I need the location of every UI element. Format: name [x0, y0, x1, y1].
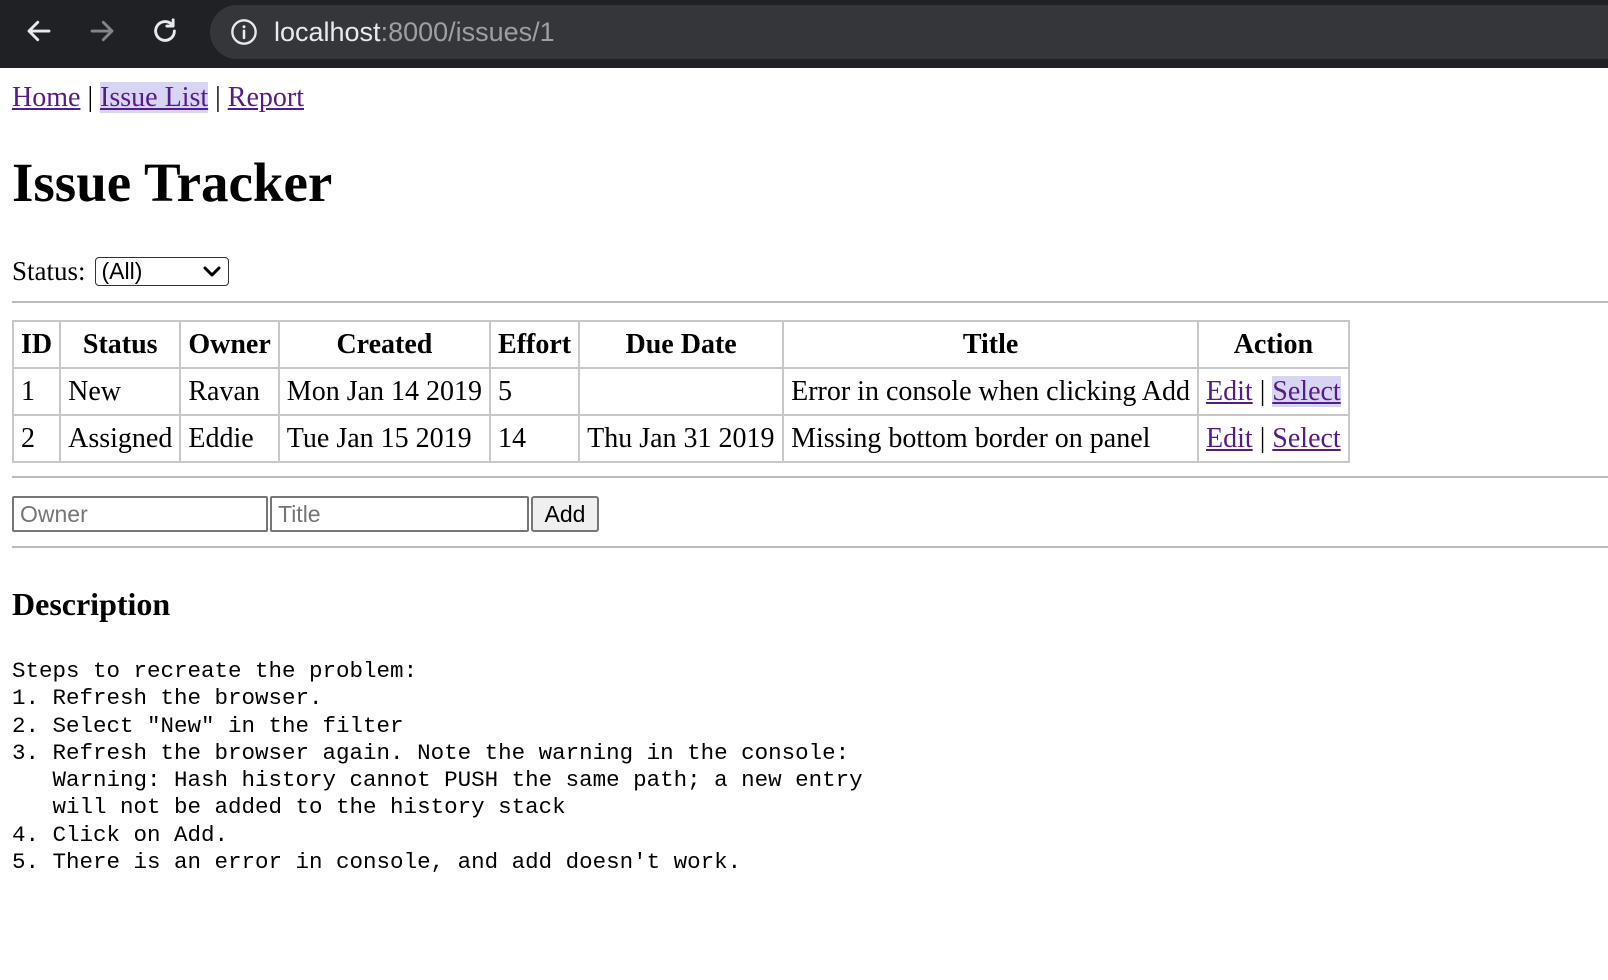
- edit-link[interactable]: Edit: [1206, 376, 1253, 407]
- cell-status: Assigned: [59, 414, 182, 463]
- select-link[interactable]: Select: [1272, 423, 1340, 454]
- cell-effort: 5: [489, 367, 581, 416]
- status-filter: Status: (All): [12, 256, 229, 287]
- cell-created: Mon Jan 14 2019: [277, 367, 492, 416]
- column-header: Effort: [489, 320, 581, 369]
- column-header: Owner: [179, 320, 280, 369]
- url-text[interactable]: localhost:8000/issues/1: [274, 17, 555, 48]
- cell-action: Edit | Select: [1197, 414, 1350, 463]
- status-select[interactable]: (All): [94, 257, 229, 286]
- description-text: Steps to recreate the problem: 1. Refres…: [12, 658, 863, 876]
- cell-action: Edit | Select: [1197, 367, 1350, 416]
- cell-due-date: Thu Jan 31 2019: [578, 414, 785, 463]
- cell-due-date: [578, 367, 785, 416]
- info-icon[interactable]: [230, 18, 258, 46]
- cell-created: Tue Jan 15 2019: [277, 414, 492, 463]
- table-row: 2 Assigned Eddie Tue Jan 15 2019 14 Thu …: [11, 414, 1350, 463]
- column-header: Created: [277, 320, 492, 369]
- back-icon[interactable]: [22, 14, 56, 48]
- divider: [12, 476, 1608, 478]
- owner-input[interactable]: Owner: [12, 496, 268, 532]
- status-filter-label: Status:: [12, 256, 86, 286]
- edit-link[interactable]: Edit: [1206, 423, 1253, 454]
- divider: [12, 546, 1608, 548]
- action-separator: |: [1259, 422, 1266, 454]
- status-select-value: (All): [101, 258, 143, 284]
- cell-id: 1: [11, 367, 62, 416]
- cell-status: New: [59, 367, 182, 416]
- add-issue-form: Owner Title Add: [12, 496, 599, 532]
- url-host: localhost: [274, 16, 381, 47]
- action-separator: |: [1259, 375, 1266, 407]
- cell-id: 2: [11, 414, 62, 463]
- column-header: Status: [59, 320, 182, 369]
- forward-icon[interactable]: [85, 14, 119, 48]
- table-row: 1 New Ravan Mon Jan 14 2019 5 Error in c…: [11, 367, 1350, 416]
- url-path: :8000/issues/1: [380, 16, 555, 47]
- column-header: Due Date: [578, 320, 785, 369]
- select-link[interactable]: Select: [1272, 375, 1341, 407]
- nav-separator: |: [215, 82, 221, 113]
- page-content: Home | Issue List | Report Issue Tracker…: [0, 68, 1608, 980]
- address-bar[interactable]: localhost:8000/issues/1: [210, 5, 1608, 59]
- table-header-row: ID Status Owner Created Effort Due Date …: [11, 320, 1350, 369]
- column-header: Title: [782, 320, 1200, 369]
- cell-title: Error in console when clicking Add: [782, 367, 1200, 416]
- reload-icon[interactable]: [148, 14, 182, 48]
- nav-report-link[interactable]: Report: [228, 82, 304, 113]
- add-button[interactable]: Add: [531, 496, 599, 532]
- column-header: ID: [11, 320, 62, 369]
- top-nav: Home | Issue List | Report: [12, 82, 304, 114]
- nav-home-link[interactable]: Home: [12, 82, 80, 113]
- cell-owner: Eddie: [179, 414, 280, 463]
- cell-owner: Ravan: [179, 367, 280, 416]
- chevron-down-icon: [203, 266, 221, 276]
- cell-title: Missing bottom border on panel: [782, 414, 1200, 463]
- nav-issue-list-link[interactable]: Issue List: [100, 82, 209, 113]
- divider: [12, 301, 1608, 303]
- description-heading: Description: [12, 586, 171, 622]
- nav-separator: |: [87, 82, 94, 113]
- browser-toolbar: localhost:8000/issues/1: [0, 0, 1608, 68]
- cell-effort: 14: [489, 414, 581, 463]
- page-title: Issue Tracker: [12, 152, 333, 213]
- title-input[interactable]: Title: [270, 496, 529, 532]
- issue-table: ID Status Owner Created Effort Due Date …: [11, 320, 1350, 463]
- column-header: Action: [1197, 320, 1350, 369]
